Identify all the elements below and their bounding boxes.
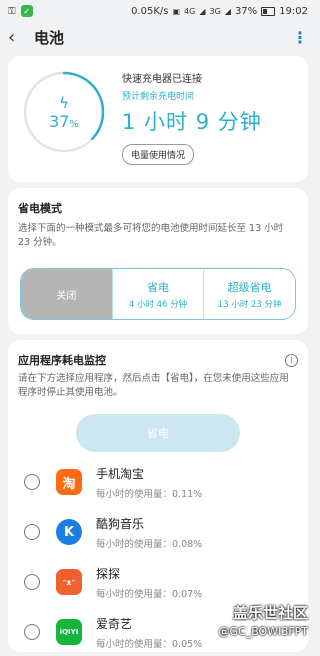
list-item[interactable]: 淘 手机淘宝每小时的使用量：0.11%	[18, 458, 298, 506]
tantan-icon: ᵔᴥᵔ	[56, 569, 82, 595]
nfc-icon: ▣	[172, 6, 181, 16]
info-icon[interactable]: i	[285, 353, 298, 367]
key-icon: ⚿	[8, 5, 16, 17]
network-type: 4G	[184, 6, 196, 16]
arrow-back-icon[interactable]: ‹	[8, 27, 34, 48]
battery-percent: 37%	[234, 5, 258, 17]
battery-usage-button[interactable]: 电量使用情况	[122, 144, 195, 165]
mode-max[interactable]: 超级省电 13 小时 23 分钟	[203, 269, 295, 319]
app-monitor-title: 应用程序耗电监控	[18, 354, 106, 367]
radio-button[interactable]	[24, 524, 40, 540]
power-mode-description: 选择下面的一种模式最多可将您的电池使用时间延长至 13 小时 23 分钟。	[18, 223, 284, 248]
battery-status-card: ϟ 37% 快速充电器已连接 预计剩余充电时间 1 小时 9 分钟 电量使用情况	[8, 56, 308, 182]
page-title: 电池	[34, 28, 65, 47]
radio-button[interactable]	[24, 474, 40, 490]
remaining-time: 1 小时 9 分钟	[122, 110, 262, 134]
shield-icon: ✓	[20, 5, 33, 17]
network-type-2: 3G	[209, 6, 221, 16]
mode-off[interactable]: 关闭	[21, 269, 112, 319]
power-mode-card: 省电模式 选择下面的一种模式最多可将您的电池使用时间延长至 13 小时 23 分…	[8, 188, 308, 334]
app-bar: ‹ 电池 ⋮	[0, 22, 316, 52]
app-name: 爱奇艺	[96, 616, 133, 631]
battery-icon	[261, 6, 276, 16]
app-monitor-description: 请在下方选择应用程序，然后点击【省电】，在您未使用这些应用程序时停止其使用电池。	[18, 373, 289, 398]
app-name: 酷狗音乐	[96, 516, 145, 531]
app-usage: 每小时的使用量：0.08%	[96, 538, 203, 550]
taobao-icon: 淘	[56, 469, 82, 495]
kugou-icon: K	[56, 519, 82, 545]
battery-level: 37%	[49, 111, 79, 131]
charging-bolt-icon: ϟ	[59, 93, 69, 112]
power-mode-selector: 关闭 省电 4 小时 46 分钟 超级省电 13 小时 23 分钟	[20, 268, 296, 320]
save-power-button[interactable]: 省电	[76, 414, 240, 452]
radio-button[interactable]	[24, 624, 40, 640]
charger-status: 快速充电器已连接	[122, 74, 202, 85]
app-name: 手机淘宝	[96, 466, 145, 481]
signal-icon-2: ◢	[224, 6, 231, 16]
signal-icon: ◢	[199, 6, 206, 16]
radio-button[interactable]	[24, 574, 40, 590]
app-usage: 每小时的使用量：0.11%	[96, 488, 203, 500]
app-usage: 每小时的使用量：0.05%	[96, 638, 203, 650]
network-speed: 0.05K/s	[131, 5, 169, 17]
app-name: 探探	[96, 566, 121, 581]
clock: 19:02	[279, 5, 308, 17]
remaining-label: 预计剩余充电时间	[122, 92, 195, 102]
status-bar: ⚿ ✓ 0.05K/s ▣ 4G ◢ 3G ◢ 37% 19:02	[0, 0, 316, 22]
list-item[interactable]: ᵔᴥᵔ 探探每小时的使用量：0.07%	[18, 558, 298, 606]
more-vert-icon[interactable]: ⋮	[292, 28, 308, 47]
app-usage: 每小时的使用量：0.07%	[96, 588, 203, 600]
mode-mid[interactable]: 省电 4 小时 46 分钟	[111, 269, 204, 319]
iqiyi-icon: iQIYI	[56, 619, 82, 645]
watermark: 盖乐世社区 @GC_BOWI3FPT	[218, 604, 308, 638]
power-mode-title: 省电模式	[18, 202, 62, 215]
list-item[interactable]: K 酷狗音乐每小时的使用量：0.08%	[18, 508, 298, 556]
